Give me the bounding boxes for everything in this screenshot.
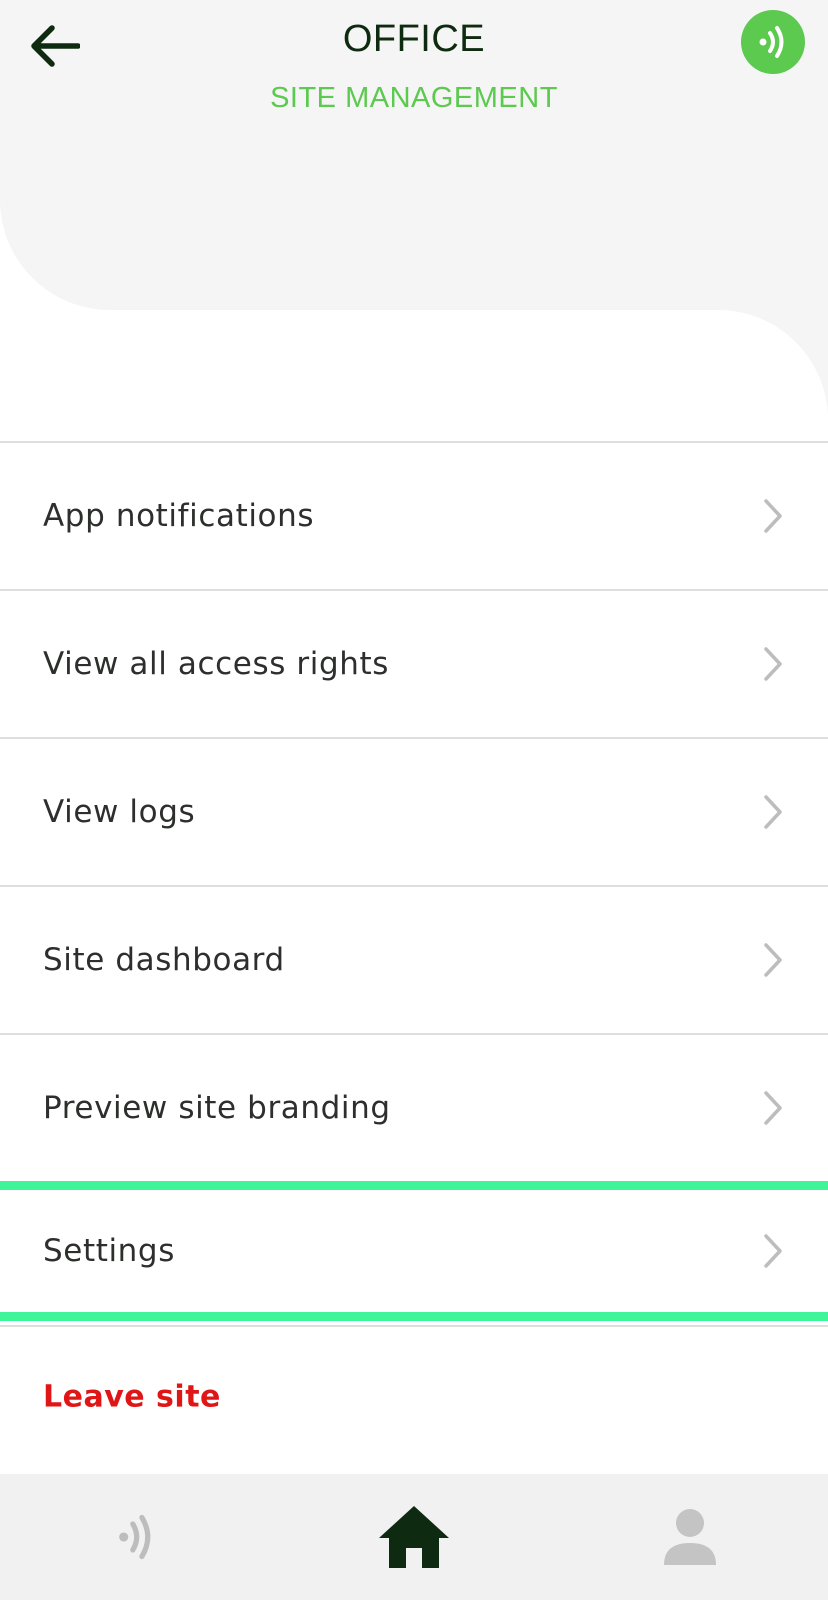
page-title: OFFICE: [342, 18, 486, 60]
bottom-nav: [0, 1474, 828, 1600]
menu-item-site-dashboard[interactable]: Site dashboard: [0, 885, 828, 1033]
menu-item-label: Preview site branding: [43, 1090, 391, 1126]
profile-icon: [664, 1509, 716, 1565]
home-icon: [379, 1506, 449, 1568]
nfc-button[interactable]: [741, 10, 805, 74]
nav-item-nfc[interactable]: [0, 1474, 276, 1600]
header-curve-cutout: [0, 310, 828, 440]
menu-item-view-access-rights[interactable]: View all access rights: [0, 589, 828, 737]
chevron-right-icon: [764, 499, 782, 533]
menu-item-label: App notifications: [43, 498, 315, 534]
chevron-right-icon: [764, 795, 782, 829]
site-management-screen: OFFICE SITE MANAGEMENT App notifications…: [0, 0, 828, 1600]
menu-item-preview-branding[interactable]: Preview site branding: [0, 1033, 828, 1181]
menu-item-settings[interactable]: Settings: [0, 1181, 828, 1321]
chevron-right-icon: [764, 647, 782, 681]
nfc-signal-icon: [119, 1514, 151, 1560]
chevron-right-icon: [764, 1234, 782, 1268]
leave-site-button[interactable]: Leave site: [0, 1325, 828, 1473]
chevron-right-icon: [764, 1091, 782, 1125]
menu-item-label: View all access rights: [43, 646, 389, 682]
nav-item-home[interactable]: [276, 1474, 552, 1600]
menu-item-view-logs[interactable]: View logs: [0, 737, 828, 885]
page-subtitle: SITE MANAGEMENT: [270, 82, 558, 114]
menu-item-label: Site dashboard: [43, 942, 285, 978]
leave-site-label: Leave site: [43, 1379, 221, 1415]
chevron-right-icon: [764, 943, 782, 977]
menu-list: App notifications View all access rights…: [0, 441, 828, 1321]
menu-item-app-notifications[interactable]: App notifications: [0, 441, 828, 589]
nav-item-profile[interactable]: [552, 1474, 828, 1600]
menu-item-label: Settings: [43, 1233, 175, 1269]
menu-item-label: View logs: [43, 794, 196, 830]
nfc-signal-icon: [759, 26, 784, 58]
